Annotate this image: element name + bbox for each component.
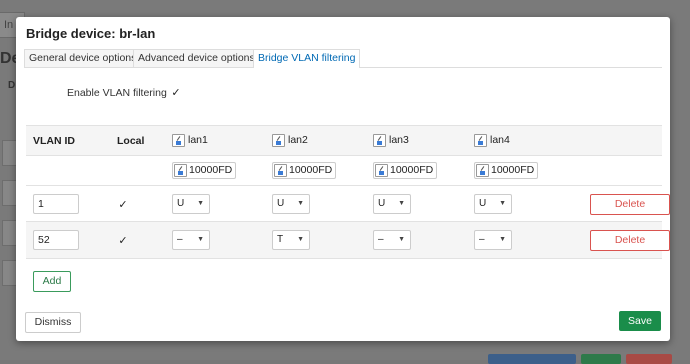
background-button (488, 354, 576, 364)
table-row: ✓ U▼ U▼ U▼ U▼ Delete (26, 185, 670, 222)
port-speed-lan2: 10000FD (272, 161, 337, 179)
port-header-lan3: lan3 (373, 132, 409, 148)
port-speed-lan4: 10000FD (474, 161, 539, 179)
port-header-lan2: lan2 (272, 132, 308, 148)
port-speed-lan1: 10000FD (172, 161, 237, 179)
dialog-tabs: General device options Advanced device o… (24, 49, 662, 68)
port-select-lan1[interactable]: – ▼ (172, 230, 210, 250)
ethernet-port-icon (172, 133, 185, 147)
chevron-down-icon: ▼ (197, 200, 204, 207)
chevron-down-icon: ▼ (499, 200, 506, 207)
enable-vlan-filtering-label: Enable VLAN filtering (67, 87, 167, 99)
delete-button[interactable]: Delete (590, 230, 670, 251)
chevron-down-icon: ▼ (197, 236, 204, 243)
select-value: U (277, 198, 285, 209)
port-select-lan3[interactable]: – ▼ (373, 230, 411, 250)
chevron-down-icon: ▼ (499, 236, 506, 243)
background-button (581, 354, 621, 364)
port-speed: 10000FD (189, 164, 233, 176)
chevron-down-icon: ▼ (398, 200, 405, 207)
port-speed-lan3: 10000FD (373, 161, 438, 179)
vlan-id-input[interactable] (33, 230, 79, 250)
port-speed-badge: 10000FD (272, 161, 337, 179)
chevron-down-icon: ▼ (297, 236, 304, 243)
port-speed-badge: 10000FD (474, 161, 539, 179)
select-value: U (378, 198, 386, 209)
ethernet-port-icon (272, 133, 285, 147)
add-vlan-button[interactable]: Add (33, 271, 71, 292)
select-value: – (479, 234, 485, 245)
ethernet-port-icon (274, 163, 287, 177)
save-button[interactable]: Save (619, 311, 661, 331)
background-subheading: D (8, 80, 16, 91)
ethernet-port-icon (375, 163, 388, 177)
select-value: – (177, 234, 183, 245)
tab-general-device-options[interactable]: General device options (24, 49, 142, 67)
ethernet-port-icon (373, 133, 386, 147)
header-vlan-id: VLAN ID (33, 135, 75, 147)
port-name: lan2 (288, 134, 308, 146)
tab-bridge-vlan-filtering[interactable]: Bridge VLAN filtering (253, 49, 361, 68)
select-value: U (177, 198, 185, 209)
local-checkbox[interactable]: ✓ (118, 235, 128, 247)
ethernet-port-icon (174, 163, 187, 177)
port-select-lan4[interactable]: U ▼ (474, 194, 512, 214)
local-checkbox[interactable]: ✓ (118, 199, 128, 211)
ethernet-port-icon (474, 133, 487, 147)
vlan-table-header: VLAN ID Local lan1 lan2 lan3 lan4 (26, 125, 662, 156)
select-value: U (479, 198, 487, 209)
dismiss-button[interactable]: Dismiss (25, 312, 81, 333)
port-speed-row: 10000FD 10000FD 10000FD 10000FD (26, 155, 662, 186)
port-select-lan2[interactable]: T ▼ (272, 230, 310, 250)
delete-button[interactable]: Delete (590, 194, 670, 215)
port-speed-badge: 10000FD (373, 161, 438, 179)
tab-advanced-device-options[interactable]: Advanced device options (133, 49, 260, 67)
select-value: – (378, 234, 384, 245)
port-speed: 10000FD (289, 164, 333, 176)
chevron-down-icon: ▼ (297, 200, 304, 207)
dialog-title: Bridge device: br-lan (26, 26, 156, 41)
vlan-id-input[interactable] (33, 194, 79, 214)
port-speed-badge: 10000FD (172, 161, 237, 179)
port-select-lan4[interactable]: – ▼ (474, 230, 512, 250)
port-speed: 10000FD (491, 164, 535, 176)
port-select-lan3[interactable]: U ▼ (373, 194, 411, 214)
chevron-down-icon: ▼ (398, 236, 405, 243)
port-speed: 10000FD (390, 164, 434, 176)
table-row: ✓ –▼ T▼ –▼ –▼ Delete (26, 221, 670, 259)
select-value: T (277, 234, 284, 245)
port-name: lan3 (389, 134, 409, 146)
port-select-lan1[interactable]: U ▼ (172, 194, 210, 214)
port-name: lan1 (188, 134, 208, 146)
ethernet-port-icon (476, 163, 489, 177)
header-local: Local (117, 135, 145, 147)
enable-vlan-filtering-checkbox[interactable]: ✓ (171, 87, 181, 99)
background-button (626, 354, 672, 364)
port-name: lan4 (490, 134, 510, 146)
port-select-lan2[interactable]: U ▼ (272, 194, 310, 214)
port-header-lan1: lan1 (172, 132, 208, 148)
port-header-lan4: lan4 (474, 132, 510, 148)
bridge-device-dialog: Bridge device: br-lan General device opt… (16, 17, 670, 341)
